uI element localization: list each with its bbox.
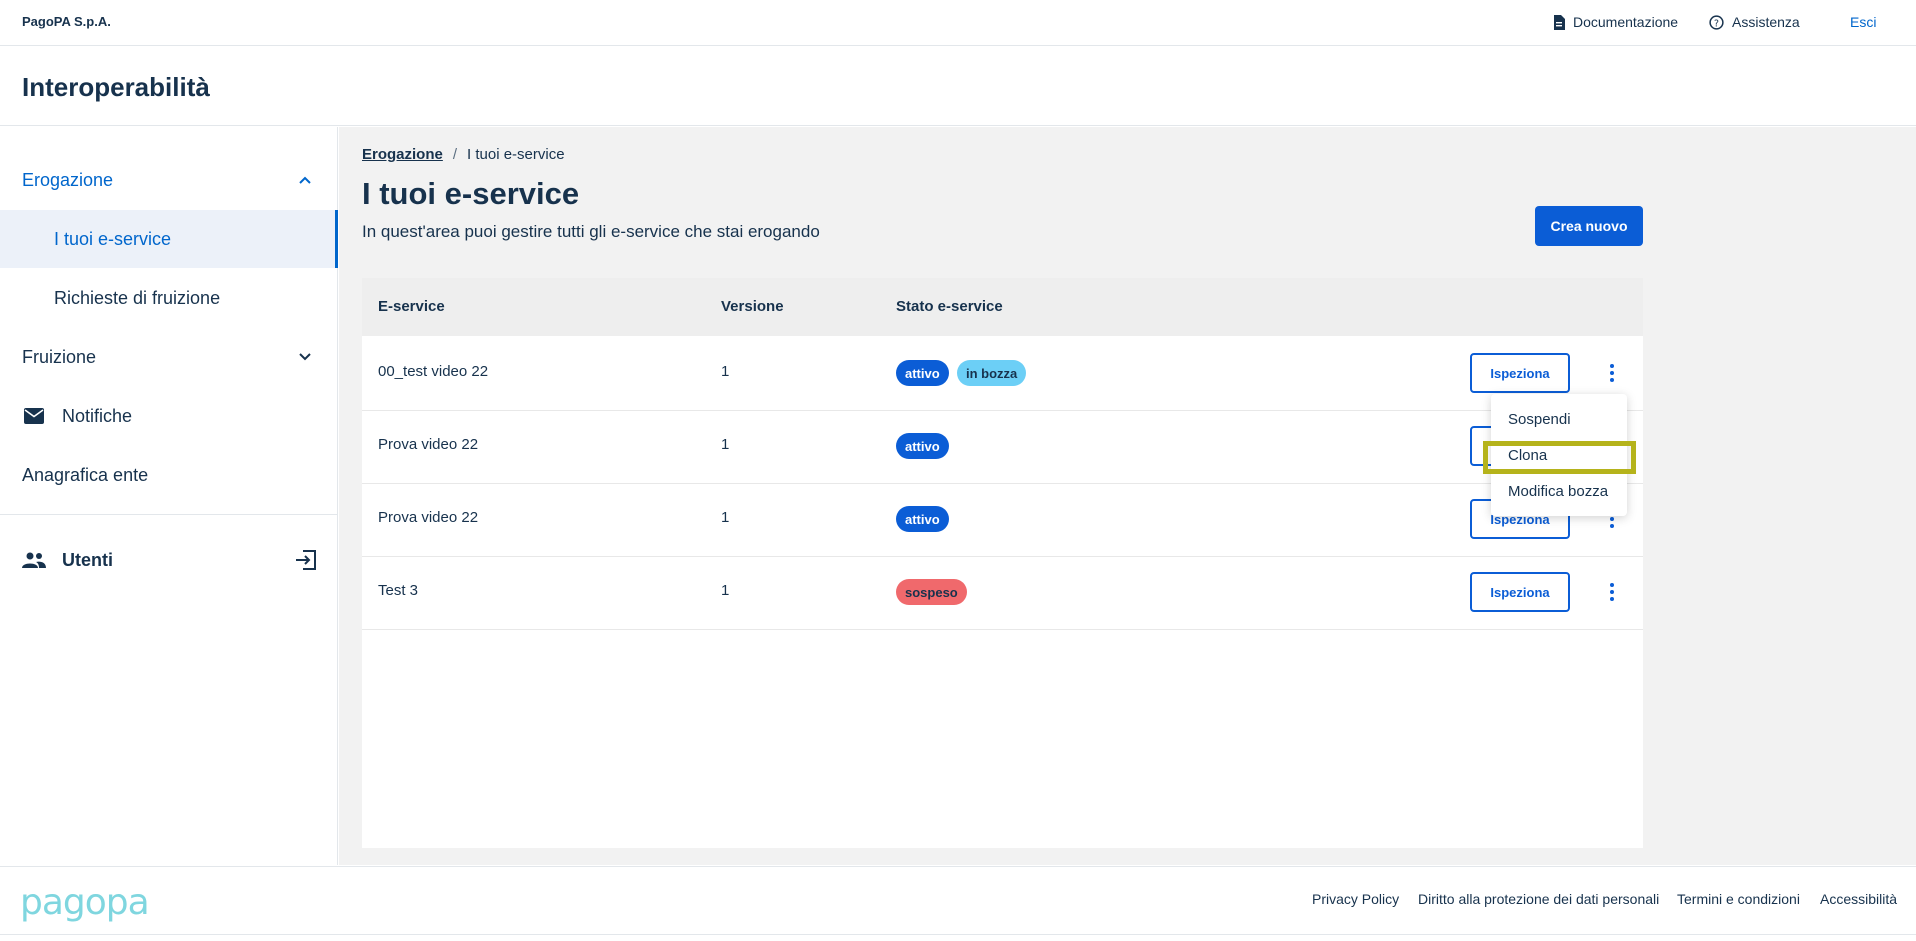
sidebar-item-richieste[interactable]: Richieste di fruizione [0,269,338,327]
table-row: Prova video 22 1 attivo Ispeziona [362,483,1643,557]
column-header-status: Stato e-service [896,298,1003,315]
footer-link-privacy[interactable]: Privacy Policy [1312,891,1399,907]
eservice-name: Prova video 22 [378,436,479,453]
status-badge-active: attivo [896,360,949,386]
sidebar-item-utenti[interactable]: Utenti [0,531,338,589]
sidebar-item-label: Richieste di fruizione [54,287,221,308]
sidebar-item-label: Fruizione [22,346,97,367]
eservice-version: 1 [721,363,730,380]
sidebar-item-label: Notifiche [62,405,133,426]
page-title: I tuoi e-service [362,176,580,211]
page-subtitle: In quest'area puoi gestire tutti gli e-s… [362,222,820,241]
sidebar-divider [0,514,338,515]
table-row: Test 3 1 sospeso Ispeziona [362,556,1643,630]
sidebar-item-label: Anagrafica ente [22,464,149,485]
inspect-button[interactable]: Ispeziona [1470,353,1570,393]
menu-item-modifica-bozza[interactable]: Modifica bozza [1508,483,1608,500]
sidebar-item-notifiche[interactable]: Notifiche [0,387,338,445]
footer-link-terms[interactable]: Termini e condizioni [1677,891,1800,907]
eservice-version: 1 [721,436,730,453]
eservice-version: 1 [721,582,730,599]
people-icon [22,552,46,568]
logout-link[interactable]: Esci [1850,14,1876,30]
org-name: PagoPA S.p.A. [22,14,111,29]
sidebar: Erogazione I tuoi e-service Richieste di… [0,127,338,865]
document-icon [1554,14,1565,30]
documentation-label: Documentazione [1573,14,1679,30]
status-badge-active: attivo [896,433,949,459]
chevron-down-icon [299,353,311,361]
top-bar: PagoPA S.p.A. Documentazione ? Assistenz… [0,0,1916,46]
sidebar-item-fruizione[interactable]: Fruizione [0,328,338,386]
eservice-name: Prova video 22 [378,509,479,526]
eservice-version: 1 [721,509,730,526]
breadcrumb-current: I tuoi e-service [467,146,565,163]
eservice-name: 00_test video 22 [378,363,489,380]
sidebar-item-label: Utenti [62,549,113,570]
chevron-up-icon [299,176,311,184]
svg-text:?: ? [1714,18,1719,29]
sidebar-item-label: I tuoi e-service [54,228,172,249]
column-header-eservice: E-service [378,298,445,315]
status-badge-draft: in bozza [957,360,1027,386]
documentation-link[interactable]: Documentazione [1553,14,1678,30]
assistance-label: Assistenza [1732,14,1800,30]
breadcrumb: Erogazione / I tuoi e-service [362,146,565,163]
more-vertical-icon[interactable] [1602,358,1622,388]
create-new-button[interactable]: Crea nuovo [1535,206,1643,246]
table-header: E-service Versione Stato e-service [362,278,1643,336]
column-header-version: Versione [721,298,784,315]
table-row: 00_test video 22 1 attivo in bozza Ispez… [362,337,1643,411]
sidebar-item-anagrafica[interactable]: Anagrafica ente [0,446,338,504]
footer-link-accessibility[interactable]: Accessibilità [1820,891,1897,907]
menu-item-sospendi[interactable]: Sospendi [1508,411,1571,428]
highlight-box [1483,441,1636,474]
sidebar-item-erogazione[interactable]: Erogazione [0,151,338,209]
assistance-link[interactable]: ? Assistenza [1709,14,1800,30]
breadcrumb-separator: / [452,146,458,163]
inspect-button[interactable]: Ispeziona [1470,572,1570,612]
eservice-table: E-service Versione Stato e-service 00_te… [362,278,1643,848]
status-badge-suspended: sospeso [896,579,967,605]
pagopa-logo: pagopa [20,882,150,923]
mail-icon [24,408,44,424]
table-row: Prova video 22 1 attivo Ispeziona [362,410,1643,484]
eservice-name: Test 3 [378,582,419,599]
external-login-icon[interactable] [295,550,317,570]
help-circle-icon: ? [1709,14,1724,30]
sidebar-item-i-tuoi-eservice[interactable]: I tuoi e-service [0,210,338,268]
footer: pagopa Privacy Policy Diritto alla prote… [0,866,1916,934]
footer-link-data-protection[interactable]: Diritto alla protezione dei dati persona… [1418,891,1659,907]
more-vertical-icon[interactable] [1602,577,1622,607]
breadcrumb-parent-link[interactable]: Erogazione [362,146,443,163]
product-header: Interoperabilità [0,47,1916,126]
product-title: Interoperabilità [22,72,210,102]
sidebar-item-label: Erogazione [22,169,114,190]
status-badge-active: attivo [896,506,949,532]
